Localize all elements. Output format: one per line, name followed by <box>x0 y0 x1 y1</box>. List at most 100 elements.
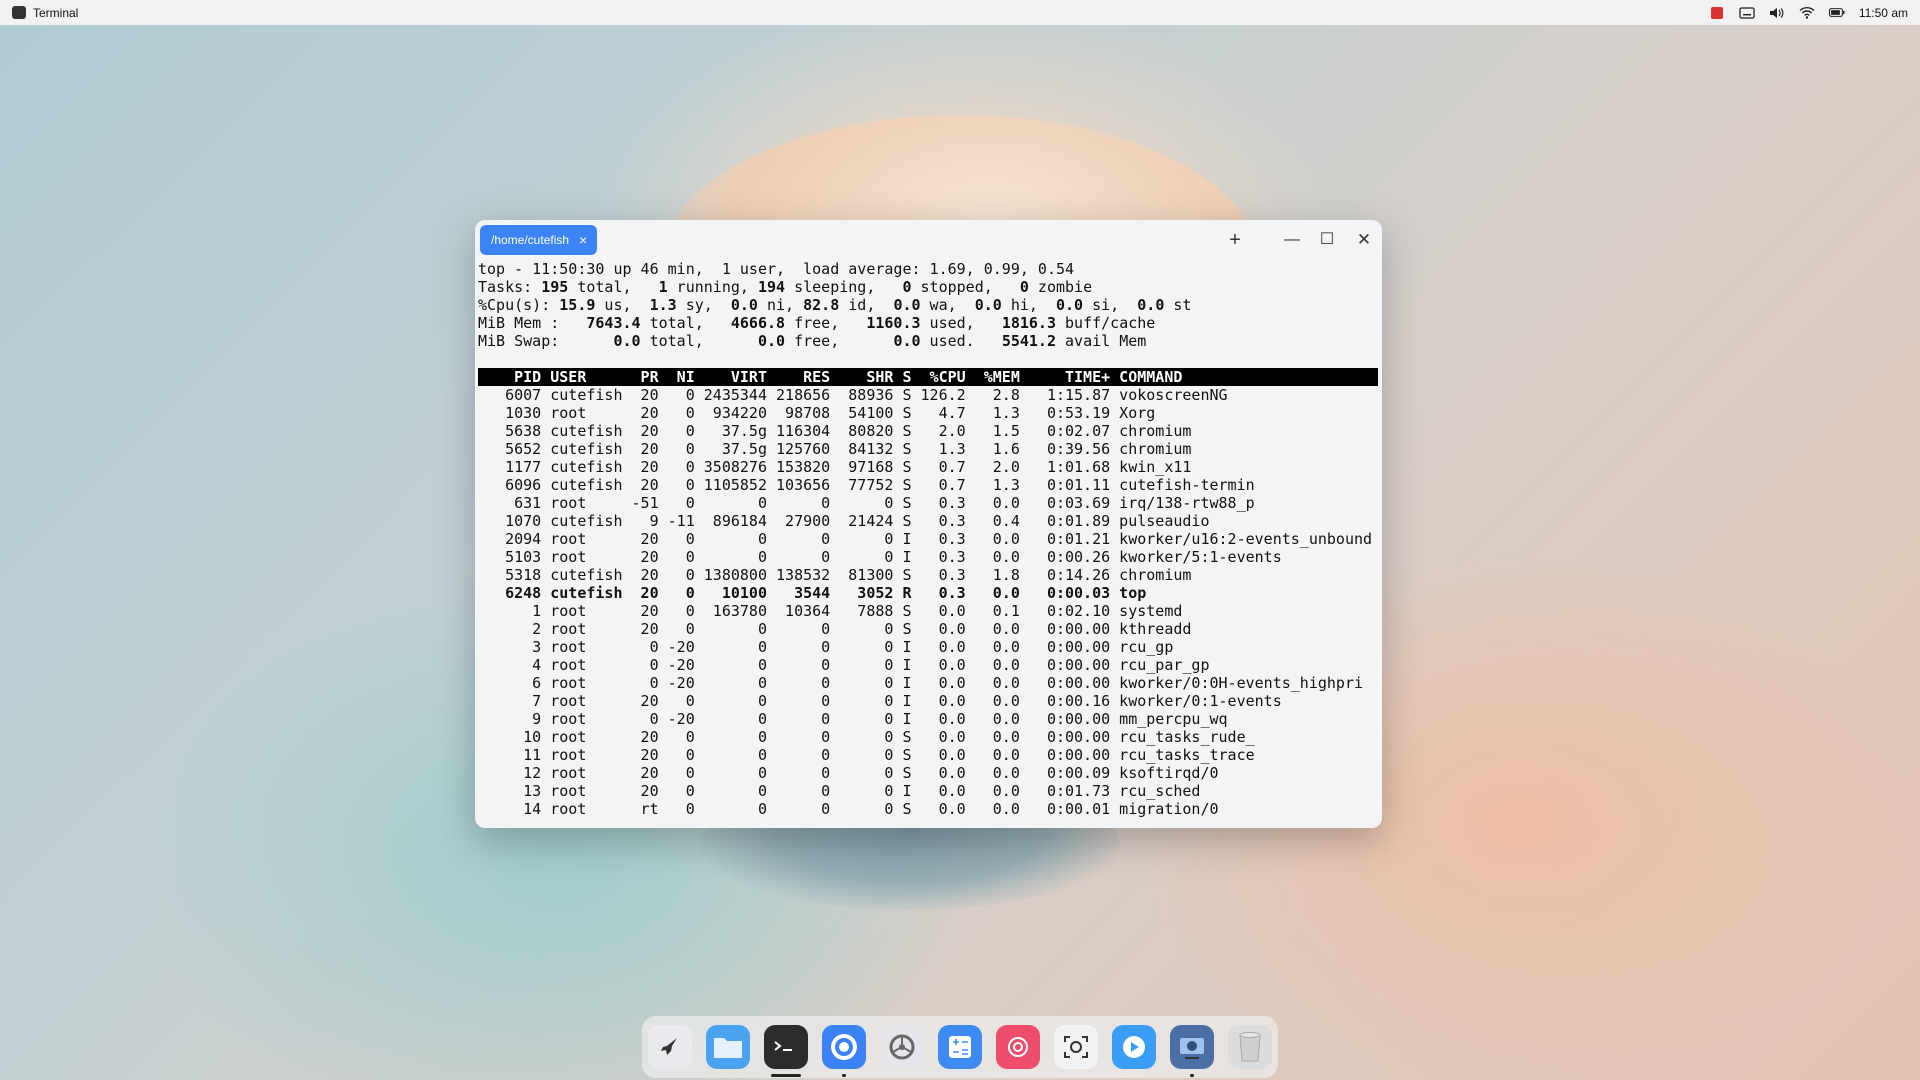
system-tray: 11:50 am <box>1709 5 1920 21</box>
chromium-icon[interactable] <box>822 1025 866 1077</box>
summary-segment: total, <box>640 332 758 350</box>
summary-segment: 1160.3 <box>866 314 921 332</box>
recording-indicator-icon[interactable] <box>1709 5 1725 21</box>
close-button[interactable]: ✕ <box>1352 228 1376 252</box>
summary-segment: 5541.2 <box>1001 332 1056 350</box>
keyboard-icon[interactable] <box>1739 5 1755 21</box>
summary-segment: sleeping, <box>785 278 903 296</box>
summary-segment: 0.0 <box>757 332 786 350</box>
tab-home-cutefish[interactable]: /home/cutefish × <box>480 225 598 255</box>
summary-line: top - 11:50:30 up 46 min, 1 user, load a… <box>478 260 1378 278</box>
volume-icon[interactable] <box>1769 5 1785 21</box>
process-row: 9 root 0 -20 0 0 0 I 0.0 0.0 0:00.00 mm_… <box>478 710 1228 728</box>
summary-segment: 1 <box>658 278 668 296</box>
summary-segment: 0 <box>902 278 912 296</box>
file-manager-icon[interactable] <box>706 1025 750 1069</box>
summary-segment: 15.9 <box>559 296 596 314</box>
process-row: 7 root 20 0 0 0 0 I 0.0 0.0 0:00.16 kwor… <box>478 692 1282 710</box>
summary-segment: MiB Swap: <box>478 332 614 350</box>
tab-close-icon[interactable]: × <box>579 233 587 247</box>
process-row: 2 root 20 0 0 0 0 S 0.0 0.0 0:00.00 kthr… <box>478 620 1192 638</box>
summary-segment: wa, <box>920 296 975 314</box>
summary-line: Tasks: 195 total, 1 running, 194 sleepin… <box>478 278 1378 296</box>
process-list: 6007 cutefish 20 0 2435344 218656 88936 … <box>478 386 1378 818</box>
process-row: 11 root 20 0 0 0 0 S 0.0 0.0 0:00.00 rcu… <box>478 746 1255 764</box>
summary-segment: %Cpu(s): <box>478 296 560 314</box>
process-row: 5652 cutefish 20 0 37.5g 125760 84132 S … <box>478 440 1192 458</box>
summary-segment: 7643.4 <box>586 314 641 332</box>
summary-segment: 0.0 <box>730 296 758 314</box>
process-row: 1030 root 20 0 934220 98708 54100 S 4.7 … <box>478 404 1156 422</box>
top-summary: top - 11:50:30 up 46 min, 1 user, load a… <box>478 260 1378 350</box>
process-row: 6 root 0 -20 0 0 0 I 0.0 0.0 0:00.00 kwo… <box>478 674 1364 692</box>
summary-segment: used. <box>920 332 1002 350</box>
process-row: 2094 root 20 0 0 0 0 I 0.3 0.0 0:01.21 k… <box>478 530 1373 548</box>
process-row: 3 root 0 -20 0 0 0 I 0.0 0.0 0:00.00 rcu… <box>478 638 1174 656</box>
summary-segment: stopped, <box>911 278 1020 296</box>
process-row: 10 root 20 0 0 0 0 S 0.0 0.0 0:00.00 rcu… <box>478 728 1255 746</box>
minimize-button[interactable]: — <box>1280 228 1304 252</box>
summary-segment: sy, <box>676 296 731 314</box>
summary-line: %Cpu(s): 15.9 us, 1.3 sy, 0.0 ni, 82.8 i… <box>478 296 1378 314</box>
summary-segment: 194 <box>757 278 786 296</box>
running-indicator <box>771 1074 801 1077</box>
launcher-icon[interactable] <box>648 1025 692 1069</box>
summary-segment: zombie <box>1028 278 1093 296</box>
summary-segment: us, <box>595 296 650 314</box>
process-row: 6096 cutefish 20 0 1105852 103656 77752 … <box>478 476 1255 494</box>
summary-segment: 0.0 <box>893 332 921 350</box>
summary-segment: total, <box>640 314 731 332</box>
terminal-icon[interactable] <box>764 1025 808 1077</box>
active-app-name: Terminal <box>33 5 79 20</box>
terminal-output[interactable]: top - 11:50:30 up 46 min, 1 user, load a… <box>478 260 1378 818</box>
summary-line: MiB Swap: 0.0 total, 0.0 free, 0.0 used.… <box>478 332 1378 350</box>
terminal-app-icon <box>12 6 26 19</box>
summary-segment: free, <box>785 332 894 350</box>
summary-segment: total, <box>568 278 659 296</box>
summary-segment: 1.3 <box>649 296 677 314</box>
process-table-header: PID USER PR NI VIRT RES SHR S %CPU %MEM … <box>478 368 1378 386</box>
process-row: 6248 cutefish 20 0 10100 3544 3052 R 0.3… <box>478 584 1147 602</box>
summary-segment: 0.0 <box>974 296 1002 314</box>
trash-icon[interactable] <box>1228 1025 1272 1069</box>
process-row: 631 root -51 0 0 0 0 S 0.3 0.0 0:03.69 i… <box>478 494 1255 512</box>
process-row: 1177 cutefish 20 0 3508276 153820 97168 … <box>478 458 1192 476</box>
summary-segment: running, <box>667 278 758 296</box>
calculator-icon[interactable] <box>938 1025 982 1069</box>
maximize-button[interactable]: ☐ <box>1315 228 1339 252</box>
process-row: 14 root rt 0 0 0 0 S 0.0 0.0 0:00.01 mig… <box>478 800 1219 818</box>
summary-segment: st <box>1164 296 1192 314</box>
top-panel: Terminal 11:50 am <box>0 0 1920 25</box>
screenshot-icon[interactable] <box>1054 1025 1098 1069</box>
summary-segment: 82.8 <box>803 296 840 314</box>
new-tab-button[interactable]: + <box>1223 228 1247 252</box>
wifi-icon[interactable] <box>1799 5 1815 21</box>
summary-segment: id, <box>839 296 894 314</box>
summary-segment: free, <box>785 314 867 332</box>
process-row: 4 root 0 -20 0 0 0 I 0.0 0.0 0:00.00 rcu… <box>478 656 1210 674</box>
process-row: 6007 cutefish 20 0 2435344 218656 88936 … <box>478 386 1228 404</box>
active-app[interactable]: Terminal <box>0 6 78 20</box>
summary-segment: 0.0 <box>1137 296 1165 314</box>
summary-segment: 0.0 <box>893 296 921 314</box>
process-row: 1 root 20 0 163780 10364 7888 S 0.0 0.1 … <box>478 602 1183 620</box>
process-row: 5638 cutefish 20 0 37.5g 116304 80820 S … <box>478 422 1192 440</box>
summary-segment: 195 <box>541 278 569 296</box>
screen-recorder-icon[interactable] <box>1170 1025 1214 1077</box>
summary-segment: 0.0 <box>613 332 641 350</box>
summary-segment: Tasks: <box>478 278 542 296</box>
music-icon[interactable] <box>996 1025 1040 1069</box>
summary-segment: hi, <box>1001 296 1056 314</box>
battery-icon[interactable] <box>1828 5 1845 21</box>
settings-icon[interactable] <box>880 1025 924 1069</box>
clock[interactable]: 11:50 am <box>1859 6 1908 20</box>
summary-segment: avail Mem <box>1056 332 1147 350</box>
summary-segment: top - 11:50:30 up 46 min, 1 user, load a… <box>478 260 1075 278</box>
summary-segment: 1816.3 <box>1001 314 1056 332</box>
title-bar[interactable]: /home/cutefish × + — ☐ ✕ <box>475 220 1382 260</box>
terminal-window: /home/cutefish × + — ☐ ✕ top - 11:50:30 … <box>475 220 1382 828</box>
tab-label: /home/cutefish <box>491 233 570 247</box>
process-row: 12 root 20 0 0 0 0 S 0.0 0.0 0:00.09 kso… <box>478 764 1219 782</box>
video-player-icon[interactable] <box>1112 1025 1156 1069</box>
process-row: 13 root 20 0 0 0 0 I 0.0 0.0 0:01.73 rcu… <box>478 782 1201 800</box>
